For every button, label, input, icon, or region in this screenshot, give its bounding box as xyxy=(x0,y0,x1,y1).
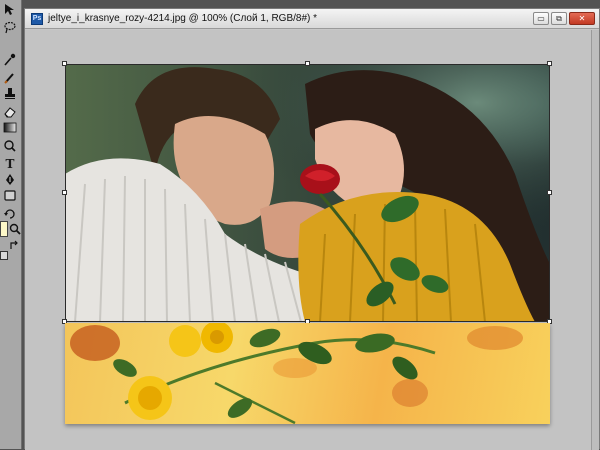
close-button[interactable]: ✕ xyxy=(569,12,595,25)
shape-icon[interactable] xyxy=(1,188,19,203)
document-window: Ps jeltye_i_krasnye_rozy-4214.jpg @ 100%… xyxy=(24,8,600,450)
transform-handle-middle-left[interactable] xyxy=(62,190,67,195)
window-controls: ▭ ⧉ ✕ xyxy=(533,12,595,25)
minimize-icon: ▭ xyxy=(537,13,545,23)
dodge-icon[interactable] xyxy=(1,138,19,153)
restore-icon: ⧉ xyxy=(556,13,562,23)
foreground-color-swatch[interactable] xyxy=(0,221,8,237)
brush-icon[interactable] xyxy=(1,70,19,85)
yellow-roses-image xyxy=(70,323,523,424)
quick-mask-button[interactable] xyxy=(0,251,8,260)
gradient-icon[interactable] xyxy=(1,120,19,135)
couple-photo-image xyxy=(65,64,550,322)
rotate-view-icon[interactable] xyxy=(1,206,19,221)
vertical-scrollbar[interactable] xyxy=(591,30,599,450)
app-icon-text: Ps xyxy=(32,15,42,22)
stamp-icon[interactable] xyxy=(1,86,19,101)
layer-photo-yellow-roses[interactable] xyxy=(65,323,550,424)
document-title: jeltye_i_krasnye_rozy-4214.jpg @ 100% (С… xyxy=(48,13,318,24)
photoshop-icon: Ps xyxy=(31,12,43,25)
restore-button[interactable]: ⧉ xyxy=(551,12,567,25)
zoom-icon[interactable] xyxy=(6,222,24,237)
canvas-area[interactable] xyxy=(25,30,599,450)
pen-icon[interactable] xyxy=(1,172,19,187)
type-icon[interactable]: T xyxy=(1,156,19,171)
transform-handle-top-left[interactable] xyxy=(62,61,67,66)
layer-photo-couple[interactable] xyxy=(65,64,550,322)
eraser-icon[interactable] xyxy=(1,104,19,119)
lasso-icon[interactable] xyxy=(1,20,19,35)
move-icon[interactable] xyxy=(1,2,19,17)
document-titlebar[interactable]: Ps jeltye_i_krasnye_rozy-4214.jpg @ 100%… xyxy=(25,9,599,29)
swap-colors-icon[interactable] xyxy=(6,238,24,253)
minimize-button[interactable]: ▭ xyxy=(533,12,549,25)
transform-handle-top-right[interactable] xyxy=(547,61,552,66)
transform-handle-top-center[interactable] xyxy=(305,61,310,66)
type-glyph: T xyxy=(5,156,15,171)
transform-handle-middle-right[interactable] xyxy=(547,190,552,195)
tools-panel: T xyxy=(0,0,22,449)
eyedropper-icon[interactable] xyxy=(1,52,19,67)
close-icon: ✕ xyxy=(578,13,586,23)
